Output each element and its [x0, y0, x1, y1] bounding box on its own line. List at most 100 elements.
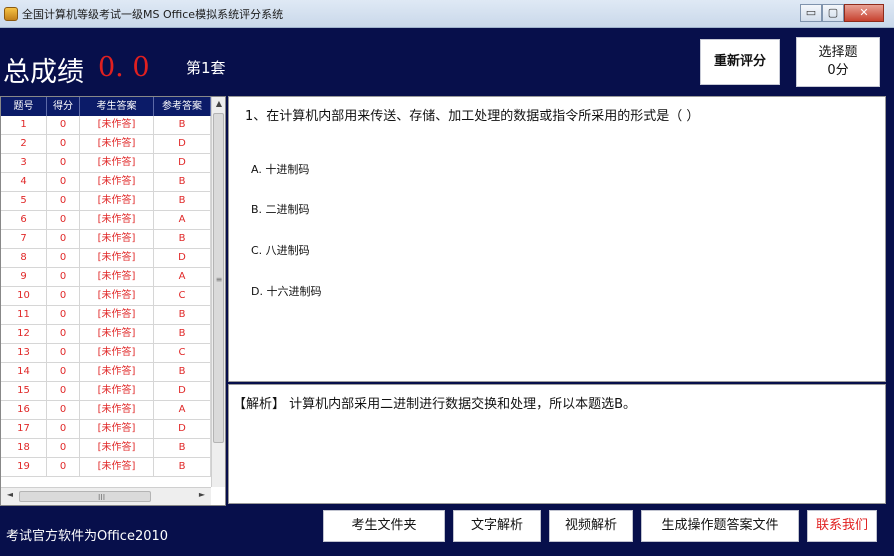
- minimize-button[interactable]: ▭: [800, 4, 822, 22]
- cell-student-answer: [未作答]: [80, 344, 154, 362]
- cell-number: 7: [1, 230, 47, 248]
- cell-score: 0: [47, 154, 80, 172]
- cell-number: 16: [1, 401, 47, 419]
- option-c[interactable]: C. 八进制码: [251, 242, 310, 258]
- cell-reference-answer: C: [154, 344, 211, 362]
- cell-score: 0: [47, 230, 80, 248]
- table-row[interactable]: 7 0 [未作答] B: [1, 230, 211, 249]
- table-row[interactable]: 18 0 [未作答] B: [1, 439, 211, 458]
- table-row[interactable]: 2 0 [未作答] D: [1, 135, 211, 154]
- choice-score: 0分: [827, 63, 849, 78]
- maximize-button[interactable]: ▢: [822, 4, 844, 22]
- table-row[interactable]: 19 0 [未作答] B: [1, 458, 211, 477]
- table-row[interactable]: 3 0 [未作答] D: [1, 154, 211, 173]
- cell-number: 2: [1, 135, 47, 153]
- cell-score: 0: [47, 306, 80, 324]
- table-row[interactable]: 8 0 [未作答] D: [1, 249, 211, 268]
- col-header-student-answer[interactable]: 考生答案: [80, 97, 154, 116]
- cell-number: 10: [1, 287, 47, 305]
- cell-number: 6: [1, 211, 47, 229]
- video-analysis-button[interactable]: 视频解析: [549, 510, 633, 542]
- close-button[interactable]: ✕: [844, 4, 884, 22]
- option-d[interactable]: D. 十六进制码: [251, 283, 321, 299]
- cell-score: 0: [47, 363, 80, 381]
- option-a[interactable]: A. 十进制码: [251, 161, 309, 177]
- text-analysis-button[interactable]: 文字解析: [453, 510, 541, 542]
- cell-number: 18: [1, 439, 47, 457]
- cell-score: 0: [47, 420, 80, 438]
- choice-title: 选择题: [818, 45, 858, 60]
- table-row[interactable]: 13 0 [未作答] C: [1, 344, 211, 363]
- table-row[interactable]: 16 0 [未作答] A: [1, 401, 211, 420]
- cell-student-answer: [未作答]: [80, 382, 154, 400]
- rescore-button[interactable]: 重新评分: [700, 39, 780, 85]
- choice-score-button[interactable]: 选择题 0分: [796, 37, 880, 87]
- cell-student-answer: [未作答]: [80, 135, 154, 153]
- student-folder-button[interactable]: 考生文件夹: [323, 510, 445, 542]
- cell-score: 0: [47, 211, 80, 229]
- cell-student-answer: [未作答]: [80, 363, 154, 381]
- cell-reference-answer: D: [154, 135, 211, 153]
- cell-reference-answer: D: [154, 382, 211, 400]
- table-row[interactable]: 10 0 [未作答] C: [1, 287, 211, 306]
- cell-reference-answer: A: [154, 401, 211, 419]
- table-row[interactable]: 15 0 [未作答] D: [1, 382, 211, 401]
- horizontal-scrollbar[interactable]: ◄ III ►: [1, 487, 211, 505]
- col-header-number[interactable]: 题号: [1, 97, 47, 116]
- cell-number: 12: [1, 325, 47, 343]
- table-row[interactable]: 1 0 [未作答] B: [1, 116, 211, 135]
- table-row[interactable]: 11 0 [未作答] B: [1, 306, 211, 325]
- cell-score: 0: [47, 135, 80, 153]
- table-row[interactable]: 9 0 [未作答] A: [1, 268, 211, 287]
- app-main: 总成绩 0. 0 第1套 重新评分 选择题 0分 题号 得分 考生答案 参考答案…: [0, 28, 894, 556]
- cell-score: 0: [47, 325, 80, 343]
- cell-student-answer: [未作答]: [80, 401, 154, 419]
- col-header-reference-answer[interactable]: 参考答案: [154, 97, 211, 116]
- vertical-scrollbar[interactable]: ▲ ≡: [211, 97, 225, 487]
- table-row[interactable]: 5 0 [未作答] B: [1, 192, 211, 211]
- table-row[interactable]: 14 0 [未作答] B: [1, 363, 211, 382]
- table-row[interactable]: 17 0 [未作答] D: [1, 420, 211, 439]
- scroll-right-arrow-icon[interactable]: ►: [195, 490, 209, 499]
- generate-answer-file-button[interactable]: 生成操作题答案文件: [641, 510, 799, 542]
- contact-us-button[interactable]: 联系我们: [807, 510, 877, 542]
- scroll-up-arrow-icon[interactable]: ▲: [212, 97, 226, 111]
- cell-score: 0: [47, 344, 80, 362]
- cell-number: 4: [1, 173, 47, 191]
- set-label: 第1套: [186, 59, 226, 77]
- cell-student-answer: [未作答]: [80, 249, 154, 267]
- cell-reference-answer: B: [154, 116, 211, 134]
- table-row[interactable]: 6 0 [未作答] A: [1, 211, 211, 230]
- total-score-value: 0. 0: [98, 52, 150, 83]
- cell-student-answer: [未作答]: [80, 192, 154, 210]
- cell-number: 8: [1, 249, 47, 267]
- cell-score: 0: [47, 116, 80, 134]
- app-icon: [4, 7, 18, 21]
- scroll-left-arrow-icon[interactable]: ◄: [3, 490, 17, 499]
- cell-number: 17: [1, 420, 47, 438]
- cell-score: 0: [47, 249, 80, 267]
- horizontal-scroll-thumb[interactable]: III: [19, 491, 151, 502]
- cell-number: 9: [1, 268, 47, 286]
- analysis-panel: 【解析】 计算机内部采用二进制进行数据交换和处理，所以本题选B。: [228, 384, 886, 504]
- col-header-score[interactable]: 得分: [47, 97, 80, 116]
- table-row[interactable]: 4 0 [未作答] B: [1, 173, 211, 192]
- cell-score: 0: [47, 287, 80, 305]
- cell-score: 0: [47, 401, 80, 419]
- cell-reference-answer: B: [154, 230, 211, 248]
- table-header: 题号 得分 考生答案 参考答案: [1, 97, 211, 116]
- cell-student-answer: [未作答]: [80, 439, 154, 457]
- cell-score: 0: [47, 382, 80, 400]
- cell-reference-answer: B: [154, 439, 211, 457]
- cell-student-answer: [未作答]: [80, 173, 154, 191]
- cell-reference-answer: B: [154, 325, 211, 343]
- cell-number: 19: [1, 458, 47, 476]
- cell-number: 14: [1, 363, 47, 381]
- cell-reference-answer: B: [154, 306, 211, 324]
- option-b[interactable]: B. 二进制码: [251, 201, 310, 217]
- hscroll-grip-icon: III: [98, 493, 106, 502]
- table-row[interactable]: 12 0 [未作答] B: [1, 325, 211, 344]
- cell-score: 0: [47, 192, 80, 210]
- window-titlebar: 全国计算机等级考试一级MS Office模拟系统评分系统 ▭ ▢ ✕: [0, 0, 894, 28]
- cell-student-answer: [未作答]: [80, 287, 154, 305]
